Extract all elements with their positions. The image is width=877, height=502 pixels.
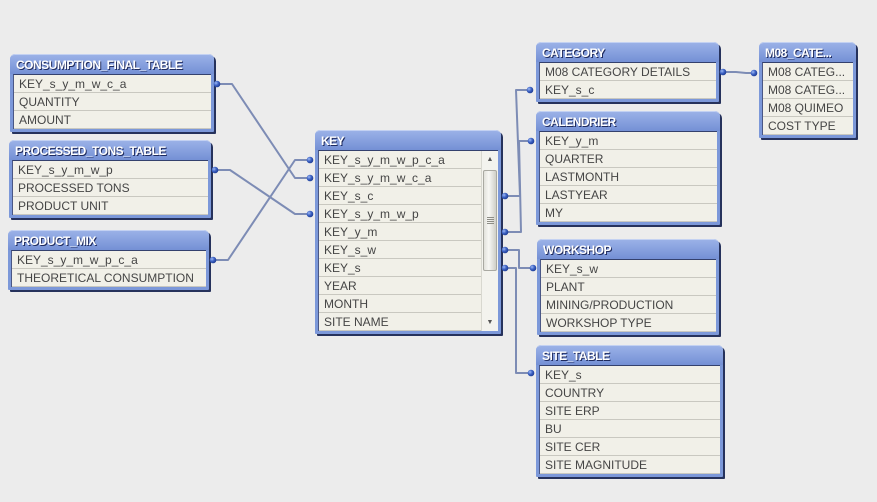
table-calendrier[interactable]: CALENDRIER KEY_y_m QUARTER LASTMONTH LASTYE… — [536, 111, 720, 225]
table-title[interactable]: PRODUCT_MIX — [8, 230, 209, 250]
field-row[interactable]: M08 CATEG... — [763, 81, 853, 99]
link-processed-to-key — [215, 169, 310, 215]
field-row[interactable]: KEY_s_y_m_w_p — [319, 205, 481, 223]
link-endpoint-dot — [501, 264, 509, 272]
field-row[interactable]: KEY_s_y_m_w_c_a — [14, 75, 211, 93]
link-endpoint-dot — [529, 264, 537, 272]
link-endpoint-dot — [527, 137, 535, 145]
field-row[interactable]: M08 QUIMEO — [763, 99, 853, 117]
link-category-to-m08 — [723, 71, 754, 74]
link-endpoint-dot — [306, 156, 314, 164]
link-key-to-site-table — [505, 267, 531, 374]
table-fields: KEY_s_y_m_w_c_a QUANTITY AMOUNT — [13, 74, 211, 129]
field-row[interactable]: KEY_s_w — [541, 260, 716, 278]
link-endpoint-dot — [501, 192, 509, 200]
field-row[interactable]: QUANTITY — [14, 93, 211, 111]
grip-icon — [486, 217, 494, 224]
field-row[interactable]: KEY_s — [319, 259, 481, 277]
link-endpoint-dot — [209, 256, 217, 264]
table-title[interactable]: CALENDRIER — [536, 111, 720, 131]
table-title[interactable]: M08_CATE... — [759, 42, 856, 62]
field-row[interactable]: KEY_y_m — [540, 132, 717, 150]
field-row[interactable]: KEY_s_y_m_w_p — [13, 161, 208, 179]
table-category[interactable]: CATEGORY M08 CATEGORY DETAILS KEY_s_c — [536, 42, 719, 102]
link-endpoint-dot — [526, 86, 534, 94]
field-row[interactable]: WORKSHOP TYPE — [541, 314, 716, 332]
vertical-scrollbar[interactable]: ▲ ▼ — [481, 151, 498, 331]
field-row[interactable]: QUARTER — [540, 150, 717, 168]
table-title[interactable]: KEY — [315, 130, 501, 150]
link-endpoint-dot — [750, 69, 758, 77]
table-fields: KEY_s_y_m_w_p_c_a THEORETICAL CONSUMPTION — [11, 250, 206, 287]
field-row[interactable]: AMOUNT — [14, 111, 211, 129]
table-fields: M08 CATEGORY DETAILS KEY_s_c — [539, 62, 716, 99]
table-workshop[interactable]: WORKSHOP KEY_s_w PLANT MINING/PRODUCTION WO… — [537, 239, 719, 335]
field-row[interactable]: MINING/PRODUCTION — [541, 296, 716, 314]
table-title[interactable]: CONSUMPTION_FINAL_TABLE — [10, 54, 214, 74]
field-row[interactable]: LASTYEAR — [540, 186, 717, 204]
table-title[interactable]: SITE_TABLE — [536, 345, 723, 365]
table-fields: KEY_y_m QUARTER LASTMONTH LASTYEAR MY — [539, 131, 717, 222]
field-row[interactable]: PROCESSED TONS — [13, 179, 208, 197]
table-product-mix[interactable]: PRODUCT_MIX KEY_s_y_m_w_p_c_a THEORETICAL… — [8, 230, 209, 290]
link-key-to-category — [505, 89, 530, 197]
field-row[interactable]: COST TYPE — [763, 117, 853, 135]
field-row[interactable]: SITE MAGNITUDE — [540, 456, 720, 474]
field-row[interactable]: KEY_s_w — [319, 241, 481, 259]
table-fields: KEY_s_y_m_w_p PROCESSED TONS PRODUCT UNIT — [12, 160, 208, 215]
field-row[interactable]: THEORETICAL CONSUMPTION — [12, 269, 206, 287]
scroll-down-arrow-icon[interactable]: ▼ — [482, 314, 498, 331]
field-row[interactable]: MONTH — [319, 295, 481, 313]
link-key-to-workshop — [505, 249, 533, 269]
table-title[interactable]: PROCESSED_TONS_TABLE — [9, 140, 211, 160]
table-fields: KEY_s_y_m_w_p_c_a KEY_s_y_m_w_c_a KEY_s_c K… — [318, 150, 498, 331]
link-key-to-calendrier — [505, 140, 531, 233]
field-row[interactable]: M08 CATEGORY DETAILS — [540, 63, 716, 81]
link-endpoint-dot — [501, 246, 509, 254]
field-row[interactable]: SITE CER — [540, 438, 720, 456]
link-endpoint-dot — [719, 68, 727, 76]
field-row[interactable]: KEY_s_y_m_w_p_c_a — [12, 251, 206, 269]
table-title[interactable]: WORKSHOP — [537, 239, 719, 259]
link-endpoint-dot — [213, 80, 221, 88]
field-row[interactable]: KEY_s_y_m_w_c_a — [319, 169, 481, 187]
field-row[interactable]: MY — [540, 204, 717, 222]
link-endpoint-dot — [306, 174, 314, 182]
field-row[interactable]: YEAR — [319, 277, 481, 295]
link-endpoint-dot — [501, 228, 509, 236]
scrollbar-thumb[interactable] — [483, 170, 497, 271]
table-key[interactable]: KEY KEY_s_y_m_w_p_c_a KEY_s_y_m_w_c_a KEY_… — [315, 130, 501, 334]
table-fields: KEY_s_w PLANT MINING/PRODUCTION WORKSHOP TY… — [540, 259, 716, 332]
field-row[interactable]: KEY_s_c — [319, 187, 481, 205]
field-row[interactable]: M08 CATEG... — [763, 63, 853, 81]
field-row[interactable]: BU — [540, 420, 720, 438]
field-row[interactable]: KEY_s_y_m_w_p_c_a — [319, 151, 481, 169]
scroll-up-arrow-icon[interactable]: ▲ — [482, 151, 498, 168]
table-site-table[interactable]: SITE_TABLE KEY_s COUNTRY SITE ERP BU SITE CE… — [536, 345, 723, 477]
table-m08-category[interactable]: M08_CATE... M08 CATEG... M08 CATEG... M08 … — [759, 42, 856, 138]
link-consumption-to-key — [217, 83, 310, 179]
table-consumption-final-table[interactable]: CONSUMPTION_FINAL_TABLE KEY_s_y_m_w_c_a Q… — [10, 54, 214, 132]
field-row[interactable]: LASTMONTH — [540, 168, 717, 186]
field-row[interactable]: PLANT — [541, 278, 716, 296]
table-fields: M08 CATEG... M08 CATEG... M08 QUIMEO COST T… — [762, 62, 853, 135]
link-product-mix-to-key — [213, 159, 310, 261]
field-row[interactable]: SITE ERP — [540, 402, 720, 420]
field-row[interactable]: KEY_s — [540, 366, 720, 384]
field-row[interactable]: KEY_y_m — [319, 223, 481, 241]
field-row[interactable]: COUNTRY — [540, 384, 720, 402]
table-processed-tons-table[interactable]: PROCESSED_TONS_TABLE KEY_s_y_m_w_p PROCES… — [9, 140, 211, 218]
link-endpoint-dot — [306, 210, 314, 218]
link-endpoint-dot — [527, 369, 535, 377]
field-row[interactable]: KEY_s_c — [540, 81, 716, 99]
field-row[interactable]: SITE NAME — [319, 313, 481, 331]
table-fields: KEY_s COUNTRY SITE ERP BU SITE CER SITE MAGNI… — [539, 365, 720, 474]
link-endpoint-dot — [211, 166, 219, 174]
field-row[interactable]: PRODUCT UNIT — [13, 197, 208, 215]
table-title[interactable]: CATEGORY — [536, 42, 719, 62]
